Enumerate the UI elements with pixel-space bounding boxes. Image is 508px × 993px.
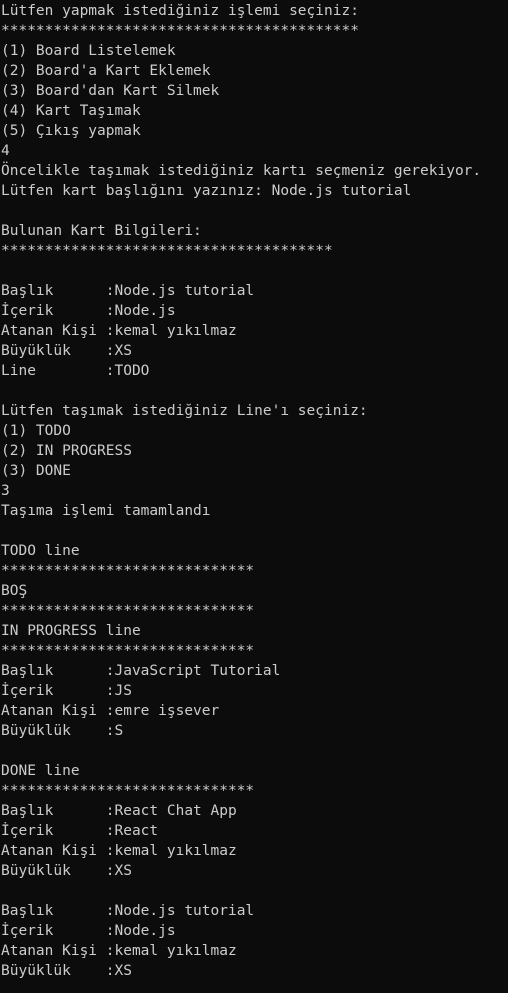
console-line: Atanan Kişi :emre işsever [1, 703, 220, 719]
console-line: ***************************** [1, 563, 255, 579]
console-line: ****************************************… [1, 23, 359, 39]
console-line: Büyüklük :S [1, 723, 124, 739]
console-line: 3 [1, 483, 10, 499]
console-line: Öncelikle taşımak istediğiniz kartı seçm… [1, 163, 482, 179]
console-line: DONE line [1, 763, 80, 779]
console-line: İçerik :React [1, 823, 159, 839]
console-line: (1) Board Listelemek [1, 43, 176, 59]
console-line: 4 [1, 143, 10, 159]
console-line: Başlık :JavaScript Tutorial [1, 663, 281, 679]
console-line: Büyüklük :XS [1, 343, 132, 359]
console-line: Lütfen kart başlığını yazınız: Node.js t… [1, 183, 412, 199]
console-line: (2) Board'a Kart Eklemek [1, 63, 211, 79]
console-line: Başlık :React Chat App [1, 803, 237, 819]
console-line: (3) DONE [1, 463, 71, 479]
console-line: TODO line [1, 543, 80, 559]
console-line: Başlık :Node.js tutorial [1, 283, 255, 299]
console-line: ************************************** [1, 243, 333, 259]
console-line: ***************************** [1, 783, 255, 799]
console-line: Line :TODO [1, 363, 150, 379]
console-line: İçerik :Node.js [1, 923, 176, 939]
console-window[interactable]: Lütfen yapmak istediğiniz işlemi seçiniz… [0, 0, 508, 993]
console-line: Büyüklük :XS [1, 963, 132, 979]
console-line: Lütfen yapmak istediğiniz işlemi seçiniz… [1, 3, 359, 19]
console-line: IN PROGRESS line [1, 623, 141, 639]
console-line: (2) IN PROGRESS [1, 443, 132, 459]
console-line: Atanan Kişi :kemal yıkılmaz [1, 323, 237, 339]
console-line: Başlık :Node.js tutorial [1, 903, 255, 919]
console-line: Bulunan Kart Bilgileri: [1, 223, 202, 239]
console-line: (1) TODO [1, 423, 71, 439]
console-line: BOŞ [1, 583, 28, 599]
console-line: İçerik :JS [1, 683, 132, 699]
console-line: Büyüklük :XS [1, 863, 132, 879]
console-line: (3) Board'dan Kart Silmek [1, 83, 220, 99]
console-line: ***************************** [1, 643, 255, 659]
console-line: Atanan Kişi :kemal yıkılmaz [1, 843, 237, 859]
console-line: İçerik :Node.js [1, 303, 176, 319]
console-line: Lütfen taşımak istediğiniz Line'ı seçini… [1, 403, 368, 419]
console-line: Atanan Kişi :kemal yıkılmaz [1, 943, 237, 959]
console-line: (5) Çıkış yapmak [1, 123, 141, 139]
console-line: (4) Kart Taşımak [1, 103, 141, 119]
console-line: Taşıma işlemi tamamlandı [1, 503, 211, 519]
console-line: ***************************** [1, 603, 255, 619]
